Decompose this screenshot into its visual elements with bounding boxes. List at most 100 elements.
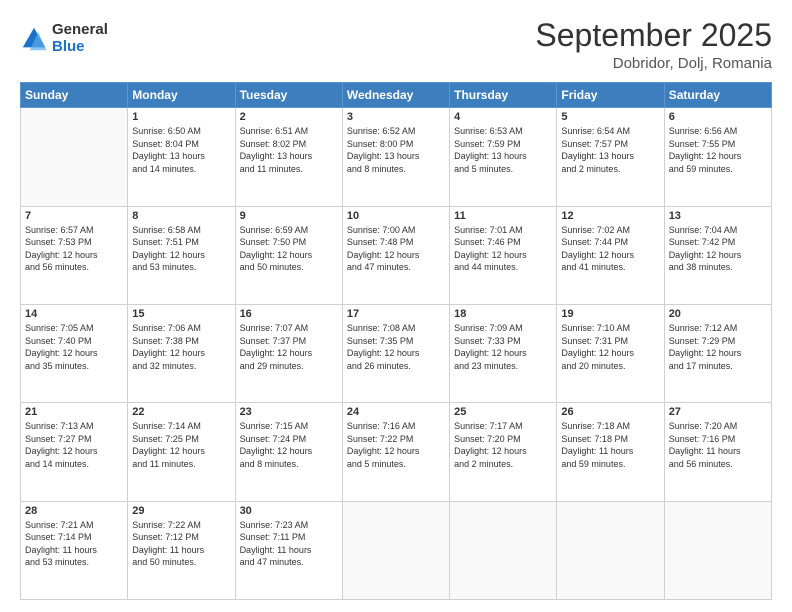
calendar-cell: 26Sunrise: 7:18 AM Sunset: 7:18 PM Dayli… [557,403,664,501]
day-info: Sunrise: 7:12 AM Sunset: 7:29 PM Dayligh… [669,322,767,372]
day-info: Sunrise: 7:14 AM Sunset: 7:25 PM Dayligh… [132,420,230,470]
logo: General Blue [20,22,108,55]
calendar-cell: 8 Sunrise: 6:58 AM Sunset: 7:51 PM Daylig… [128,206,235,304]
day-number: 21 [25,406,123,418]
day-info: Sunrise: 6:59 AM Sunset: 7:50 PM Dayligh… [240,224,338,274]
day-info: Sunrise: 7:22 AM Sunset: 7:12 PM Dayligh… [132,519,230,569]
day-number: 18 [454,308,552,320]
day-number: 2 [240,111,338,123]
calendar-cell: 1 Sunrise: 6:50 AM Sunset: 8:04 PM Daylig… [128,108,235,206]
weekday-header-sunday: Sunday [21,83,128,108]
day-info: Sunrise: 7:05 AM Sunset: 7:40 PM Dayligh… [25,322,123,372]
day-number: 13 [669,210,767,222]
logo-general-text: General [52,22,108,39]
day-info: Sunrise: 7:06 AM Sunset: 7:38 PM Dayligh… [132,322,230,372]
title-block: September 2025 Dobridor, Dolj, Romania [535,18,772,72]
calendar-cell [21,108,128,206]
day-info: Sunrise: 6:52 AM Sunset: 8:00 PM Dayligh… [347,125,445,175]
calendar-cell: 12Sunrise: 7:02 AM Sunset: 7:44 PM Dayli… [557,206,664,304]
day-number: 10 [347,210,445,222]
calendar-cell: 7Sunrise: 6:57 AM Sunset: 7:53 PM Daylig… [21,206,128,304]
calendar-cell [557,501,664,599]
calendar-cell: 21 Sunrise: 7:13 AM Sunset: 7:27 PM Dayli… [21,403,128,501]
day-info: Sunrise: 6:50 AM Sunset: 8:04 PM Dayligh… [132,125,230,175]
day-number: 28 [25,505,123,517]
weekday-header-thursday: Thursday [450,83,557,108]
day-number: 14 [25,308,123,320]
day-number: 16 [240,308,338,320]
day-number: 9 [240,210,338,222]
day-info: Sunrise: 6:53 AM Sunset: 7:59 PM Dayligh… [454,125,552,175]
day-number: 19 [561,308,659,320]
calendar-cell: 27Sunrise: 7:20 AM Sunset: 7:16 PM Dayli… [664,403,771,501]
calendar-cell: 22 Sunrise: 7:14 AM Sunset: 7:25 PM Dayli… [128,403,235,501]
logo-text: General Blue [52,22,108,55]
calendar-cell [450,501,557,599]
day-info: Sunrise: 6:58 AM Sunset: 7:51 PM Dayligh… [132,224,230,274]
calendar-cell: 25 Sunrise: 7:17 AM Sunset: 7:20 PM Dayli… [450,403,557,501]
day-number: 7 [25,210,123,222]
calendar-week-row: 14 Sunrise: 7:05 AM Sunset: 7:40 PM Dayli… [21,304,772,402]
calendar-cell: 17 Sunrise: 7:08 AM Sunset: 7:35 PM Dayli… [342,304,449,402]
calendar-cell: 24Sunrise: 7:16 AM Sunset: 7:22 PM Dayli… [342,403,449,501]
day-info: Sunrise: 7:00 AM Sunset: 7:48 PM Dayligh… [347,224,445,274]
calendar-cell: 3Sunrise: 6:52 AM Sunset: 8:00 PM Daylig… [342,108,449,206]
logo-blue-text: Blue [52,39,108,56]
calendar-cell: 11 Sunrise: 7:01 AM Sunset: 7:46 PM Dayli… [450,206,557,304]
day-info: Sunrise: 6:56 AM Sunset: 7:55 PM Dayligh… [669,125,767,175]
calendar-cell: 14 Sunrise: 7:05 AM Sunset: 7:40 PM Dayli… [21,304,128,402]
day-info: Sunrise: 7:21 AM Sunset: 7:14 PM Dayligh… [25,519,123,569]
day-info: Sunrise: 7:01 AM Sunset: 7:46 PM Dayligh… [454,224,552,274]
calendar-cell: 9 Sunrise: 6:59 AM Sunset: 7:50 PM Daylig… [235,206,342,304]
day-info: Sunrise: 7:13 AM Sunset: 7:27 PM Dayligh… [25,420,123,470]
main-title: September 2025 [535,18,772,53]
calendar-cell: 18 Sunrise: 7:09 AM Sunset: 7:33 PM Dayli… [450,304,557,402]
calendar-cell: 28 Sunrise: 7:21 AM Sunset: 7:14 PM Dayli… [21,501,128,599]
day-number: 29 [132,505,230,517]
day-info: Sunrise: 7:17 AM Sunset: 7:20 PM Dayligh… [454,420,552,470]
calendar-cell: 16 Sunrise: 7:07 AM Sunset: 7:37 PM Dayli… [235,304,342,402]
calendar-cell: 23Sunrise: 7:15 AM Sunset: 7:24 PM Dayli… [235,403,342,501]
calendar-cell: 10 Sunrise: 7:00 AM Sunset: 7:48 PM Dayli… [342,206,449,304]
day-info: Sunrise: 7:07 AM Sunset: 7:37 PM Dayligh… [240,322,338,372]
day-number: 30 [240,505,338,517]
calendar-cell [664,501,771,599]
day-number: 4 [454,111,552,123]
calendar-cell: 15 Sunrise: 7:06 AM Sunset: 7:38 PM Dayli… [128,304,235,402]
day-number: 1 [132,111,230,123]
weekday-header-saturday: Saturday [664,83,771,108]
weekday-header-wednesday: Wednesday [342,83,449,108]
day-number: 22 [132,406,230,418]
calendar-cell: 13 Sunrise: 7:04 AM Sunset: 7:42 PM Dayli… [664,206,771,304]
day-info: Sunrise: 7:18 AM Sunset: 7:18 PM Dayligh… [561,420,659,470]
calendar-cell: 4 Sunrise: 6:53 AM Sunset: 7:59 PM Daylig… [450,108,557,206]
calendar-cell: 2 Sunrise: 6:51 AM Sunset: 8:02 PM Daylig… [235,108,342,206]
day-number: 27 [669,406,767,418]
calendar-cell [342,501,449,599]
day-number: 17 [347,308,445,320]
day-number: 5 [561,111,659,123]
weekday-header-tuesday: Tuesday [235,83,342,108]
calendar-cell: 6Sunrise: 6:56 AM Sunset: 7:55 PM Daylig… [664,108,771,206]
day-info: Sunrise: 7:04 AM Sunset: 7:42 PM Dayligh… [669,224,767,274]
day-info: Sunrise: 7:09 AM Sunset: 7:33 PM Dayligh… [454,322,552,372]
day-number: 25 [454,406,552,418]
day-info: Sunrise: 6:51 AM Sunset: 8:02 PM Dayligh… [240,125,338,175]
day-info: Sunrise: 7:08 AM Sunset: 7:35 PM Dayligh… [347,322,445,372]
calendar-cell: 5Sunrise: 6:54 AM Sunset: 7:57 PM Daylig… [557,108,664,206]
calendar-cell: 29 Sunrise: 7:22 AM Sunset: 7:12 PM Dayli… [128,501,235,599]
day-number: 8 [132,210,230,222]
calendar-week-row: 7Sunrise: 6:57 AM Sunset: 7:53 PM Daylig… [21,206,772,304]
page: General Blue September 2025 Dobridor, Do… [0,0,792,612]
day-info: Sunrise: 7:10 AM Sunset: 7:31 PM Dayligh… [561,322,659,372]
weekday-header-monday: Monday [128,83,235,108]
day-info: Sunrise: 7:02 AM Sunset: 7:44 PM Dayligh… [561,224,659,274]
day-number: 15 [132,308,230,320]
day-number: 11 [454,210,552,222]
calendar-week-row: 21 Sunrise: 7:13 AM Sunset: 7:27 PM Dayli… [21,403,772,501]
day-info: Sunrise: 7:23 AM Sunset: 7:11 PM Dayligh… [240,519,338,569]
calendar-cell: 30 Sunrise: 7:23 AM Sunset: 7:11 PM Dayli… [235,501,342,599]
day-info: Sunrise: 7:16 AM Sunset: 7:22 PM Dayligh… [347,420,445,470]
calendar-week-row: 1 Sunrise: 6:50 AM Sunset: 8:04 PM Daylig… [21,108,772,206]
calendar-table: SundayMondayTuesdayWednesdayThursdayFrid… [20,82,772,600]
